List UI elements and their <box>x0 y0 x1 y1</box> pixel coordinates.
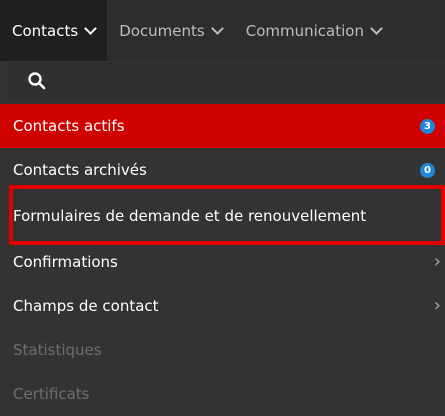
menu-item-formulaires[interactable]: Formulaires de demande et de renouvellem… <box>0 192 445 240</box>
tab-documents-label: Documents <box>119 21 205 40</box>
count-badge: 0 <box>420 162 435 178</box>
search-icon <box>28 72 46 90</box>
menu-item-label: Statistiques <box>13 341 102 359</box>
menu-item-contacts-actifs[interactable]: Contacts actifs 3 <box>0 104 445 148</box>
tab-contacts-label: Contacts <box>12 21 79 40</box>
chevron-down-icon <box>370 22 383 35</box>
menu-item-label: Champs de contact <box>13 297 159 315</box>
tab-documents[interactable]: Documents <box>107 0 234 61</box>
menu-item-confirmations[interactable]: Confirmations › <box>0 240 445 284</box>
tab-communication-label: Communication <box>245 21 364 40</box>
tab-contacts[interactable]: Contacts <box>0 0 108 61</box>
menu-item-statistiques: Statistiques <box>0 328 445 372</box>
chevron-down-icon <box>210 22 224 35</box>
menu-item-label: Certificats <box>13 385 90 403</box>
count-badge: 3 <box>420 118 435 134</box>
menu-item-contacts-archives[interactable]: Contacts archivés 0 <box>0 148 445 192</box>
contacts-menu: Contacts actifs 3 Contacts archivés 0 Fo… <box>0 104 445 416</box>
menu-item-label: Formulaires de demande et de renouvellem… <box>13 207 367 225</box>
menu-item-certificats: Certificats <box>0 372 445 416</box>
chevron-right-icon: › <box>433 295 441 316</box>
search-bar[interactable] <box>9 62 445 100</box>
top-navigation: Contacts Documents Communication <box>0 0 445 61</box>
chevron-down-icon <box>84 22 98 35</box>
chevron-right-icon: › <box>433 251 441 272</box>
menu-item-champs-de-contact[interactable]: Champs de contact › <box>0 284 445 328</box>
menu-item-label: Confirmations <box>13 253 118 271</box>
menu-item-label: Contacts actifs <box>13 117 125 135</box>
tab-communication[interactable]: Communication <box>234 0 393 61</box>
menu-item-label: Contacts archivés <box>13 161 147 179</box>
